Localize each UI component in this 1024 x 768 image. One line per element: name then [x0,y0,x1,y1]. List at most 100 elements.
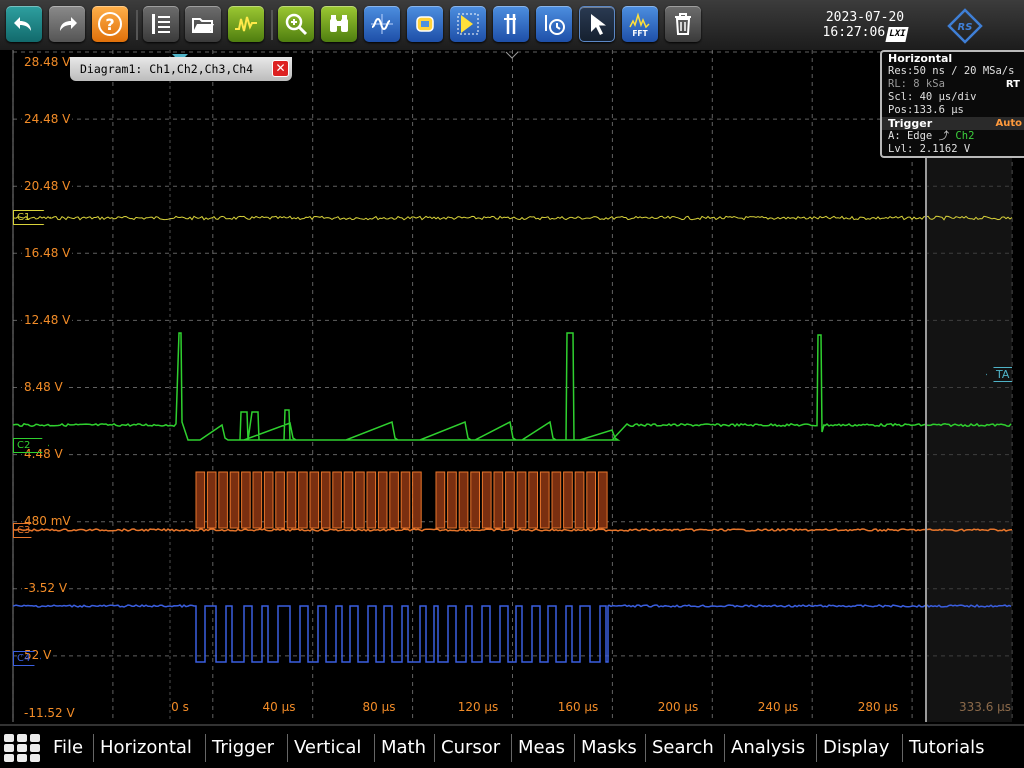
search-binoculars-icon [330,15,348,32]
bottom-menu-bar: File Horizontal Trigger Vertical Math Cu… [0,724,1024,768]
menu-separator [816,734,817,762]
ch3-pulse [366,471,377,529]
ch3-pulse [470,471,480,529]
menu-separator [645,734,646,762]
ch3-pulse [229,471,240,529]
ch2-offset-marker[interactable]: C2 [13,438,49,453]
menu-meas[interactable]: Meas [518,730,565,766]
y-label: -3.52 V [22,581,70,595]
trigger-source-text: A: Edge [888,130,933,142]
x-label: 120 µs [457,700,499,714]
time-text: 16:27:06 [822,25,886,40]
menu-tutorials[interactable]: Tutorials [909,730,985,766]
ch3-pulse [241,471,251,529]
ch3-pulse [377,471,388,529]
open-folder-icon [192,18,214,33]
apps-grid-icon[interactable] [4,734,42,762]
search-button[interactable] [321,6,357,42]
ch3-pulse [286,471,297,529]
zoom-button[interactable] [278,6,314,42]
reference-icon [416,16,434,32]
fft-button[interactable]: FFT [622,6,658,42]
ch3-pulse [574,471,585,529]
x-label: 200 µs [657,700,699,714]
ch3-pulse [343,471,354,529]
trigger-mode: Auto [995,118,1022,129]
ch3-pulse [539,471,550,529]
rising-edge-icon: ⤴ [938,130,950,142]
ch3-pulse [400,471,411,529]
waveform-diagram[interactable]: 28.48 V 24.48 V 20.48 V 16.48 V 12.48 V … [0,50,1024,722]
help-button[interactable]: ? [92,6,128,42]
diagram-tab-label: Diagram1: Ch1,Ch2,Ch3,Ch4 [80,62,254,76]
waveform-canvas[interactable] [0,50,1024,722]
horizontal-title: Horizontal [888,52,953,65]
menu-masks[interactable]: Masks [581,730,637,766]
mask-button[interactable] [450,6,486,42]
menu-cursor[interactable]: Cursor [441,730,500,766]
y-label: 12.48 V [22,313,73,327]
ch3-pulse [332,471,342,529]
measurement-icon [371,14,393,34]
ch3-pulse [597,471,608,529]
cursor-icon [504,14,516,34]
menu-vertical[interactable]: Vertical [294,730,361,766]
mask-icon [457,13,479,35]
cursor-button[interactable] [493,6,529,42]
open-button[interactable] [185,6,221,42]
pointer-button[interactable] [579,6,615,42]
ch3-pulse [412,471,422,529]
zoom-icon [285,13,308,36]
pointer-icon [591,14,606,35]
toolbar-separator [136,10,138,40]
date-time-display: 2023-07-20 16:27:06 LXI [812,10,918,42]
ch3-pulse [586,471,596,529]
redo-button[interactable] [49,6,85,42]
ch3-pulse [447,471,457,529]
autoset-button[interactable] [228,6,264,42]
redo-icon [60,17,77,31]
horizontal-trigger-panel[interactable]: Horizontal Res:50 ns / 20 MSa/s RL: 8 kS… [880,50,1024,158]
toolbar-config-button[interactable] [143,6,179,42]
undo-icon [14,17,31,31]
menu-analysis[interactable]: Analysis [731,730,805,766]
menu-horizontal[interactable]: Horizontal [100,730,192,766]
close-diagram-button[interactable]: ✕ [272,60,289,77]
autoset-icon [235,16,257,32]
menu-search[interactable]: Search [652,730,714,766]
menu-trigger[interactable]: Trigger [212,730,274,766]
trigger-title: Trigger [888,117,933,130]
reference-button[interactable] [407,6,443,42]
menu-display[interactable]: Display [823,730,889,766]
fft-icon: FFT [629,12,650,37]
ch3-pulse [435,471,446,529]
delete-icon [675,13,691,35]
timer-button[interactable] [536,6,572,42]
menu-separator [287,734,288,762]
trigger-source-row: A: Edge ⤴ Ch2 [882,130,1024,143]
diagram-tab[interactable]: Diagram1: Ch1,Ch2,Ch3,Ch4 [70,57,292,81]
measurement-button[interactable] [364,6,400,42]
ch3-pulse [206,471,217,529]
trigger-channel: Ch2 [955,130,975,142]
menu-file[interactable]: File [53,730,83,766]
y-label: 20.48 V [22,179,73,193]
menu-math[interactable]: Math [381,730,426,766]
ch3-pulse [355,471,365,529]
oscilloscope-app: ? FFT 2023-07-20 16:27:06 LXI RS 28.48 V… [0,0,1024,768]
resolution-text: Res:50 ns / 20 MSa/s [888,65,1015,77]
y-label: -11.52 V [22,706,77,720]
ch1-offset-marker[interactable]: C1 [13,210,51,225]
ch3-pulse [309,471,320,529]
delete-button[interactable] [665,6,701,42]
ch3-pulse [263,471,274,529]
date-text: 2023-07-20 [825,10,905,25]
ch3-pulse [252,471,263,529]
x-label: 280 µs [857,700,899,714]
undo-button[interactable] [6,6,42,42]
x-label: 80 µs [362,700,396,714]
help-icon: ? [98,12,122,36]
ch3-pulse [218,471,228,529]
menu-separator [724,734,725,762]
menu-separator [374,734,375,762]
